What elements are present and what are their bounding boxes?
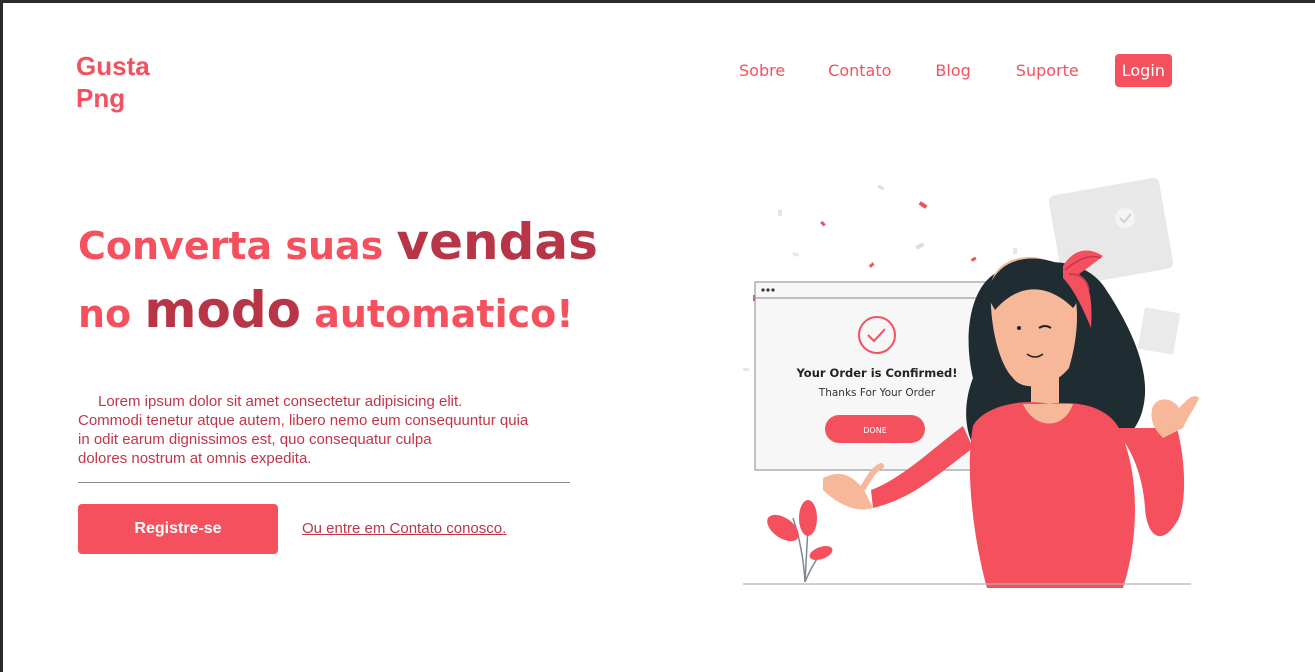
- login-button[interactable]: Login: [1114, 54, 1172, 87]
- hero-text-converta: Converta suas: [78, 224, 397, 268]
- register-button[interactable]: Registre-se: [78, 504, 278, 554]
- hero-description: Lorem ipsum dolor sit amet consectetur a…: [78, 392, 568, 468]
- hero-text-automatico: automatico!: [300, 292, 574, 336]
- section-divider: [78, 482, 570, 483]
- nav-link-suporte[interactable]: Suporte: [1016, 61, 1079, 80]
- hero-text-modo: modo: [144, 281, 301, 339]
- nav-link-contato[interactable]: Contato: [828, 61, 891, 80]
- hero-line-1: Converta suas vendas: [78, 211, 598, 279]
- brand-logo[interactable]: Gusta Png: [76, 50, 150, 114]
- main-nav: Sobre Contato Blog Suporte Login: [725, 54, 1172, 87]
- order-confirmed-subtitle: Thanks For Your Order: [818, 387, 936, 399]
- description-line-2: Commodi tenetur atque autem, libero nemo…: [78, 412, 529, 429]
- description-line-1: Lorem ipsum dolor sit amet consectetur a…: [98, 393, 463, 410]
- order-confirmed-title: Your Order is Confirmed!: [796, 366, 958, 380]
- hero-text-no: no: [78, 292, 145, 336]
- description-line-4: dolores nostrum at omnis expedita.: [78, 450, 312, 467]
- contact-link[interactable]: Ou entre em Contato conosco.: [302, 520, 506, 537]
- order-confirmed-illustration: Your Order is Confirmed! Thanks For Your…: [743, 178, 1199, 588]
- hero-text-vendas: vendas: [396, 213, 598, 271]
- nav-link-blog[interactable]: Blog: [935, 61, 970, 80]
- description-line-3: in odit earum dignissimos est, quo conse…: [78, 431, 432, 448]
- nav-link-sobre[interactable]: Sobre: [739, 61, 785, 80]
- plant-icon: [767, 500, 833, 583]
- brand-logo-line2: Png: [76, 83, 126, 113]
- hero-headline: Converta suas vendas no modo automatico!: [78, 211, 598, 347]
- hero-line-2: no modo automatico!: [78, 279, 598, 347]
- order-done-label: DONE: [863, 426, 887, 435]
- brand-logo-line1: Gusta: [76, 51, 150, 81]
